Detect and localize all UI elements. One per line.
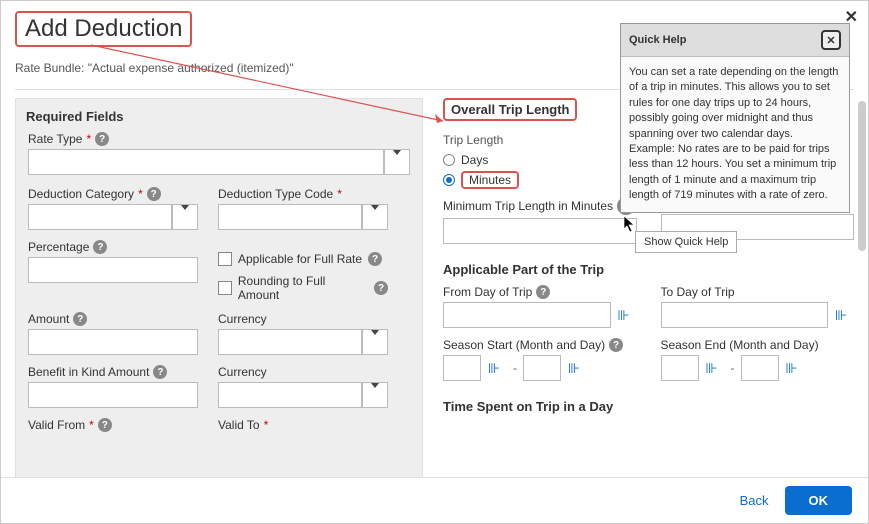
add-deduction-dialog: ✕ Add Deduction Rate Bundle: "Actual exp… xyxy=(1,1,868,523)
label-currency-2: Currency xyxy=(218,365,388,379)
checkbox-icon xyxy=(218,281,232,295)
help-icon[interactable]: ? xyxy=(147,187,161,201)
dialog-footer: Back OK xyxy=(1,477,868,523)
back-button[interactable]: Back xyxy=(740,493,769,508)
chevron-down-icon xyxy=(371,210,379,224)
label-deduction-type-code: Deduction Type Code* xyxy=(218,187,388,201)
help-icon[interactable]: ? xyxy=(153,365,167,379)
currency-input-2[interactable] xyxy=(218,382,362,408)
section-title-required: Required Fields xyxy=(26,109,410,124)
help-icon[interactable]: ? xyxy=(609,338,623,352)
deduction-type-code-input[interactable] xyxy=(218,204,362,230)
value-help-icon[interactable]: ⊪ xyxy=(611,302,637,328)
season-start-month-input[interactable] xyxy=(443,355,481,381)
to-day-input[interactable] xyxy=(661,302,829,328)
section-title-applicable-part: Applicable Part of the Trip xyxy=(443,262,854,277)
quick-help-body: You can set a rate depending on the leng… xyxy=(621,57,849,212)
percentage-input[interactable] xyxy=(28,257,198,283)
label-deduction-category: Deduction Category* ? xyxy=(28,187,198,201)
tooltip-show-quick-help: Show Quick Help xyxy=(635,231,737,253)
from-day-input[interactable] xyxy=(443,302,611,328)
dash-separator: - xyxy=(731,361,735,375)
quick-help-header: Quick Help ✕ xyxy=(621,24,849,57)
label-currency: Currency xyxy=(218,312,388,326)
dialog-title: Add Deduction xyxy=(15,11,192,47)
required-fields-panel: Required Fields Rate Type* ? Deduction C… xyxy=(15,98,423,478)
radio-icon xyxy=(443,154,455,166)
radio-icon-selected xyxy=(443,174,455,186)
rounding-full-amount-checkbox-row[interactable]: Rounding to Full Amount ? xyxy=(218,274,388,302)
deduction-category-dropdown[interactable] xyxy=(172,204,198,230)
currency-2-dropdown[interactable] xyxy=(362,382,388,408)
label-percentage: Percentage ? xyxy=(28,240,198,254)
value-help-icon[interactable]: ⊪ xyxy=(828,302,854,328)
value-help-icon[interactable]: ⊪ xyxy=(779,355,805,381)
label-rate-type: Rate Type* ? xyxy=(28,132,410,146)
min-trip-length-input[interactable] xyxy=(443,218,637,244)
chevron-down-icon xyxy=(371,388,379,402)
quick-help-close-button[interactable]: ✕ xyxy=(821,30,841,50)
currency-dropdown[interactable] xyxy=(362,329,388,355)
season-end-day-input[interactable] xyxy=(741,355,779,381)
rate-type-dropdown[interactable] xyxy=(384,149,410,175)
benefit-in-kind-input[interactable] xyxy=(28,382,198,408)
help-icon[interactable]: ? xyxy=(368,252,382,266)
ok-button[interactable]: OK xyxy=(785,486,853,515)
section-title-time-spent: Time Spent on Trip in a Day xyxy=(443,399,854,414)
value-help-icon[interactable]: ⊪ xyxy=(699,355,725,381)
required-asterisk: * xyxy=(86,132,91,146)
label-to-day: To Day of Trip xyxy=(661,285,855,299)
section-time-spent: Time Spent on Trip in a Day xyxy=(443,399,854,414)
currency-input[interactable] xyxy=(218,329,362,355)
season-start-day-input[interactable] xyxy=(523,355,561,381)
applicable-full-rate-checkbox-row[interactable]: Applicable for Full Rate ? xyxy=(218,252,388,266)
label-valid-from: Valid From* ? xyxy=(28,418,198,432)
label-season-start: Season Start (Month and Day) ? xyxy=(443,338,637,352)
help-icon[interactable]: ? xyxy=(73,312,87,326)
help-icon[interactable]: ? xyxy=(374,281,388,295)
label-amount: Amount ? xyxy=(28,312,198,326)
checkbox-icon xyxy=(218,252,232,266)
dash-separator: - xyxy=(513,361,517,375)
label-benefit-in-kind: Benefit in Kind Amount ? xyxy=(28,365,198,379)
value-help-icon[interactable]: ⊪ xyxy=(481,355,507,381)
chevron-down-icon xyxy=(371,335,379,349)
deduction-type-code-dropdown[interactable] xyxy=(362,204,388,230)
label-min-trip-length: Minimum Trip Length in Minutes ? xyxy=(443,197,637,215)
amount-input[interactable] xyxy=(28,329,198,355)
section-applicable-part: Applicable Part of the Trip From Day of … xyxy=(443,262,854,381)
help-icon[interactable]: ? xyxy=(95,132,109,146)
quick-help-popover: Quick Help ✕ You can set a rate dependin… xyxy=(620,23,850,213)
section-title-overall-trip: Overall Trip Length xyxy=(443,98,577,121)
chevron-down-icon xyxy=(181,210,189,224)
help-icon[interactable]: ? xyxy=(536,285,550,299)
label-from-day: From Day of Trip ? xyxy=(443,285,637,299)
value-help-icon[interactable]: ⊪ xyxy=(561,355,587,381)
scrollbar-thumb[interactable] xyxy=(858,101,866,251)
label-valid-to: Valid To* xyxy=(218,418,388,432)
help-icon[interactable]: ? xyxy=(93,240,107,254)
deduction-category-input[interactable] xyxy=(28,204,172,230)
label-season-end: Season End (Month and Day) xyxy=(661,338,855,352)
chevron-down-icon xyxy=(393,155,401,169)
season-end-month-input[interactable] xyxy=(661,355,699,381)
help-icon[interactable]: ? xyxy=(98,418,112,432)
rate-type-input[interactable] xyxy=(28,149,384,175)
